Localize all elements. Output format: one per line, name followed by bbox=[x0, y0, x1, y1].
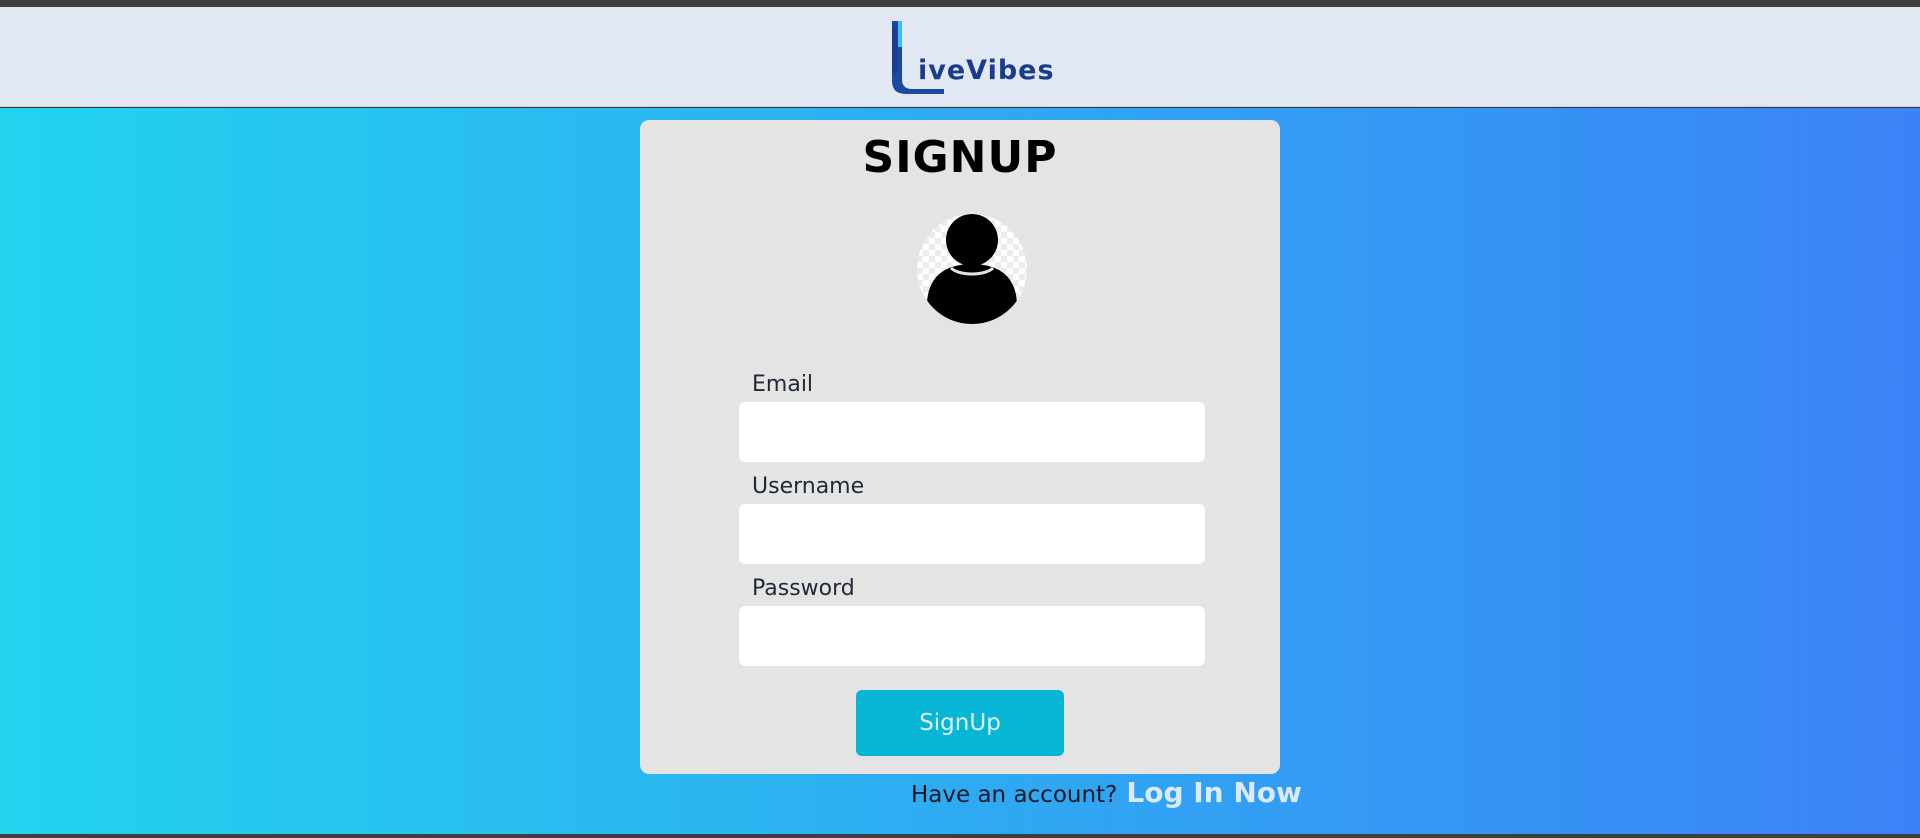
email-field[interactable] bbox=[739, 402, 1205, 462]
login-now-link[interactable]: Log In Now bbox=[1126, 776, 1302, 809]
livevibes-logo[interactable]: LiveVibes bbox=[888, 17, 1116, 97]
username-label: Username bbox=[752, 474, 865, 499]
bottom-strip bbox=[0, 834, 1920, 838]
signup-card: SIGNUP Email Username Password SignUp bbox=[640, 120, 1280, 774]
page-title: SIGNUP bbox=[862, 132, 1058, 183]
password-field[interactable] bbox=[739, 606, 1205, 666]
site-header: LiveVibes bbox=[0, 7, 1920, 107]
user-avatar-icon bbox=[917, 214, 1027, 324]
have-account-text: Have an account? bbox=[911, 782, 1118, 808]
logo-wordmark: LiveVibes bbox=[918, 55, 1055, 86]
password-label: Password bbox=[752, 576, 855, 601]
signup-button[interactable]: SignUp bbox=[856, 690, 1064, 756]
username-field[interactable] bbox=[739, 504, 1205, 564]
login-prompt-row: Have an account? Log In Now bbox=[911, 776, 1302, 820]
top-strip bbox=[0, 0, 1920, 7]
email-label: Email bbox=[752, 372, 814, 397]
